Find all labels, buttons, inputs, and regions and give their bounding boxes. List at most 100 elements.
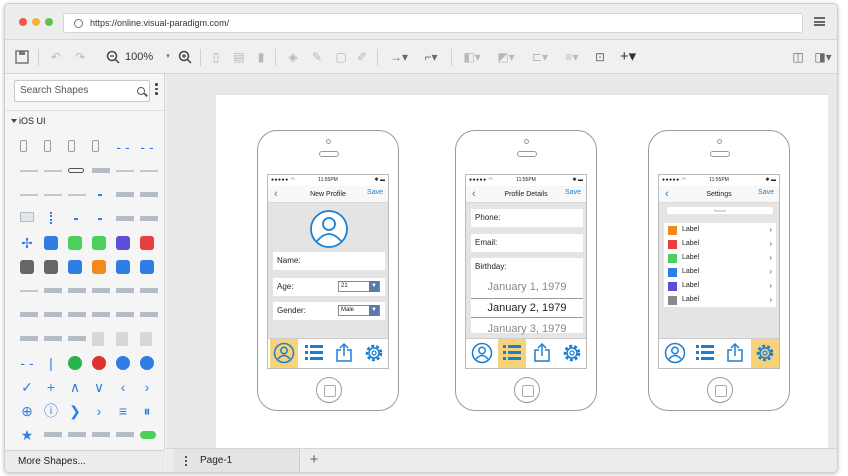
outline-icon[interactable]: ◫ bbox=[791, 49, 805, 65]
shape-thumbnail[interactable]: - - bbox=[20, 356, 34, 370]
shape-thumbnail[interactable] bbox=[68, 356, 82, 370]
shape-thumbnail[interactable]: - - bbox=[140, 140, 154, 154]
shape-thumbnail[interactable] bbox=[68, 336, 86, 341]
shape-thumbnail[interactable]: ∧ bbox=[68, 380, 82, 394]
paste-icon[interactable]: ▤ bbox=[233, 49, 245, 65]
share-tab-icon[interactable] bbox=[721, 339, 749, 368]
shape-thumbnail[interactable]: ✢ bbox=[20, 236, 34, 250]
shape-thumbnail[interactable] bbox=[20, 212, 34, 222]
shape-thumbnail[interactable]: ‹ bbox=[116, 380, 130, 394]
shape-thumbnail[interactable] bbox=[116, 216, 134, 221]
section-ios-ui[interactable]: iOS UI bbox=[5, 110, 165, 130]
shape-thumbnail[interactable] bbox=[116, 332, 128, 346]
list-tab-icon[interactable] bbox=[691, 339, 719, 368]
settings-row[interactable]: Label › bbox=[664, 293, 776, 307]
phone-mockup-profile-details[interactable]: ●●●●● ◠ 11:55PM ✱ ▬ ‹ Profile Details Sa… bbox=[455, 130, 597, 411]
settings-tab-icon[interactable] bbox=[558, 339, 586, 368]
shape-thumbnail[interactable] bbox=[68, 168, 84, 173]
format-painter-icon[interactable]: ✐ bbox=[355, 49, 369, 65]
settings-tab-icon[interactable] bbox=[360, 339, 388, 368]
profile-tab-icon[interactable] bbox=[661, 339, 689, 368]
search-shapes-input[interactable]: Search Shapes bbox=[14, 80, 150, 102]
shape-thumbnail[interactable] bbox=[116, 356, 130, 370]
close-window-dot[interactable] bbox=[19, 18, 27, 26]
date-picker-row[interactable]: January 3, 1979 bbox=[471, 322, 583, 336]
shape-thumbnail[interactable] bbox=[98, 194, 102, 196]
shape-thumbnail[interactable] bbox=[140, 170, 158, 172]
shape-thumbnail[interactable] bbox=[92, 356, 106, 370]
add-page-icon[interactable]: + bbox=[306, 452, 322, 468]
nav-save-button[interactable]: Save bbox=[565, 186, 581, 200]
waypoint-icon[interactable]: ⌐▾ bbox=[419, 49, 443, 65]
browser-menu-icon[interactable] bbox=[814, 17, 825, 26]
profile-tab-icon[interactable] bbox=[468, 339, 496, 368]
shape-thumbnail[interactable]: - - bbox=[116, 140, 130, 154]
connector-icon[interactable]: →▾ bbox=[387, 49, 411, 65]
shape-thumbnail[interactable] bbox=[92, 312, 110, 317]
shape-thumbnail[interactable] bbox=[92, 432, 110, 437]
shape-thumbnail[interactable] bbox=[44, 236, 58, 250]
add-icon[interactable]: +▾ bbox=[616, 49, 640, 65]
zoom-level[interactable]: 100% bbox=[125, 49, 153, 65]
shape-thumbnail[interactable] bbox=[140, 260, 154, 274]
select-icon[interactable]: ⊡ bbox=[593, 49, 607, 65]
page-menu-icon[interactable] bbox=[185, 456, 187, 468]
shape-thumbnail[interactable] bbox=[44, 432, 62, 437]
shape-thumbnail[interactable]: + bbox=[44, 380, 58, 394]
shape-thumbnail[interactable] bbox=[92, 168, 110, 173]
maximize-window-dot[interactable] bbox=[45, 18, 53, 26]
shape-thumbnail[interactable] bbox=[68, 236, 82, 250]
shape-thumbnail[interactable] bbox=[44, 260, 58, 274]
shape-thumbnail[interactable] bbox=[20, 290, 38, 292]
shape-thumbnail[interactable] bbox=[140, 356, 154, 370]
shape-thumbnail[interactable] bbox=[68, 140, 75, 152]
redo-icon[interactable]: ↷ bbox=[73, 49, 87, 65]
shape-thumbnail[interactable] bbox=[68, 260, 82, 274]
delete-icon[interactable]: ▮ bbox=[255, 49, 267, 65]
shape-thumbnail[interactable] bbox=[140, 236, 154, 250]
nav-save-button[interactable]: Save bbox=[367, 186, 383, 200]
align-icon[interactable]: ⊏▾ bbox=[529, 49, 551, 65]
shape-thumbnail[interactable] bbox=[68, 312, 86, 317]
shape-thumbnail[interactable] bbox=[68, 194, 86, 196]
shape-thumbnail[interactable] bbox=[140, 312, 158, 317]
gender-field[interactable]: Gender: Male bbox=[273, 302, 385, 320]
home-button[interactable] bbox=[514, 377, 540, 403]
shape-thumbnail[interactable] bbox=[116, 236, 130, 250]
shape-thumbnail[interactable] bbox=[116, 312, 134, 317]
shadow-icon[interactable]: ▢ bbox=[334, 49, 348, 65]
shape-thumbnail[interactable] bbox=[116, 288, 134, 293]
shape-thumbnail[interactable]: › bbox=[92, 404, 106, 418]
minimize-window-dot[interactable] bbox=[32, 18, 40, 26]
settings-row[interactable]: Label › bbox=[664, 265, 776, 279]
shape-thumbnail[interactable]: | bbox=[44, 356, 58, 370]
panel-icon[interactable]: ◨▾ bbox=[813, 49, 833, 65]
settings-row[interactable]: Label › bbox=[664, 251, 776, 265]
home-button[interactable] bbox=[316, 377, 342, 403]
address-bar[interactable]: https://online.visual-paradigm.com/ bbox=[63, 13, 803, 33]
shape-thumbnail[interactable] bbox=[116, 192, 134, 197]
date-picker-row[interactable]: January 1, 1979 bbox=[471, 279, 583, 295]
name-field[interactable]: Name: bbox=[273, 252, 385, 270]
shape-thumbnail[interactable] bbox=[140, 288, 158, 293]
shape-thumbnail[interactable] bbox=[140, 192, 158, 197]
shape-thumbnail[interactable]: ≡ bbox=[116, 404, 130, 418]
shape-thumbnail[interactable] bbox=[44, 288, 62, 293]
settings-tab-icon[interactable] bbox=[751, 339, 779, 368]
gender-select[interactable]: Male bbox=[338, 305, 380, 316]
shape-thumbnail[interactable] bbox=[44, 140, 51, 152]
page-tab[interactable]: Page-1 bbox=[174, 449, 300, 472]
shape-thumbnail[interactable] bbox=[92, 236, 106, 250]
shape-thumbnail[interactable] bbox=[20, 170, 38, 172]
phone-mockup-settings[interactable]: ●●●●● ◠ 11:55PM ✱ ▬ ‹ Settings Save Sear… bbox=[648, 130, 790, 411]
shape-thumbnail[interactable] bbox=[20, 260, 34, 274]
shape-thumbnail[interactable]: ❯ bbox=[68, 404, 82, 418]
group-icon[interactable]: ◩▾ bbox=[495, 49, 517, 65]
profile-tab-icon[interactable] bbox=[270, 339, 298, 368]
shape-thumbnail[interactable] bbox=[44, 336, 62, 341]
home-button[interactable] bbox=[707, 377, 733, 403]
shape-thumbnail[interactable]: ✓ bbox=[20, 380, 34, 394]
share-tab-icon[interactable] bbox=[330, 339, 358, 368]
copy-icon[interactable]: ▯ bbox=[210, 49, 222, 65]
shape-thumbnail[interactable] bbox=[140, 431, 156, 439]
